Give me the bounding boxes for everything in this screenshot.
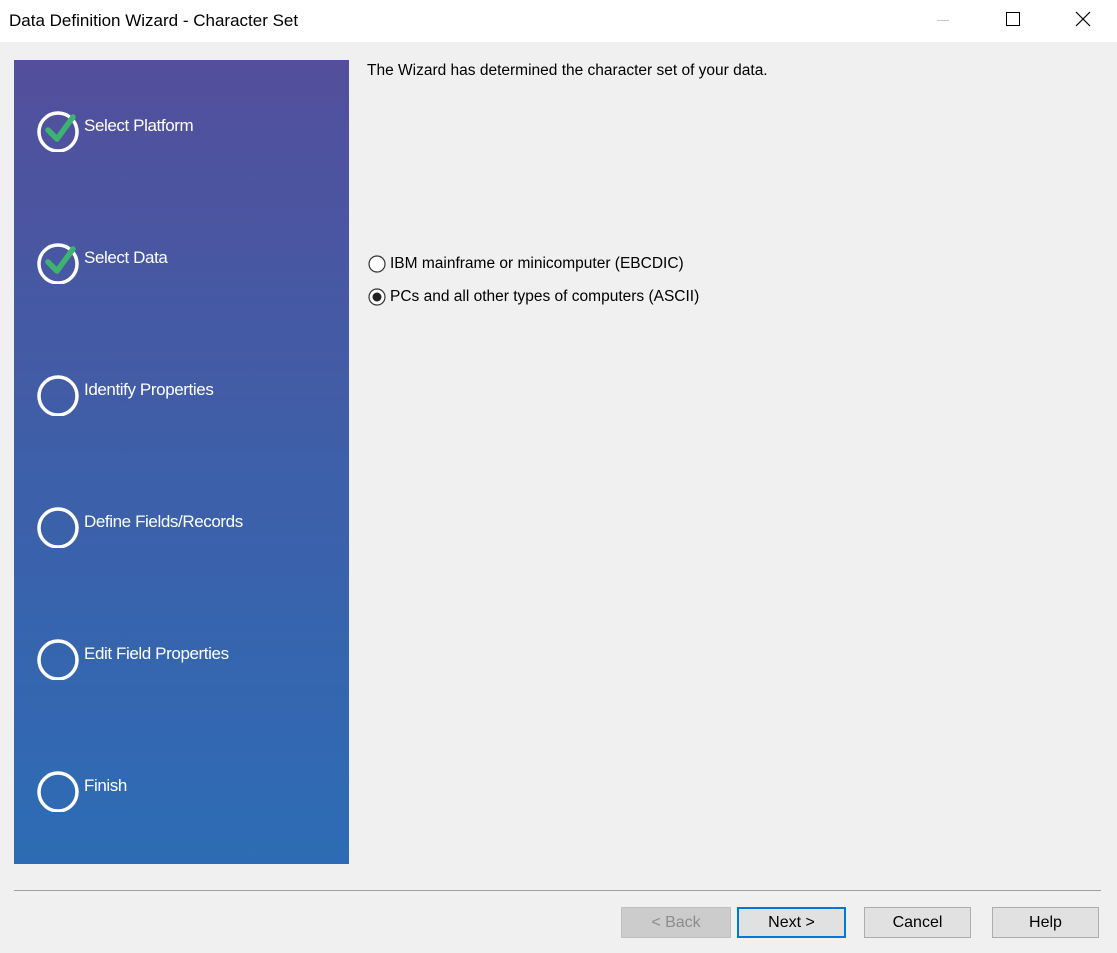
step-pending-circle-icon (37, 771, 79, 812)
maximize-button[interactable] (989, 0, 1035, 42)
radio-selected-icon[interactable] (368, 288, 386, 306)
step-pending-circle-icon (37, 375, 79, 416)
step-define-fields-records: Define Fields/Records (14, 502, 349, 548)
step-label: Define Fields/Records (84, 512, 243, 531)
step-select-data: Select Data (14, 238, 349, 284)
minimize-button[interactable] (920, 0, 966, 42)
title-bar: Data Definition Wizard - Character Set (0, 0, 1117, 42)
close-icon (1075, 11, 1091, 27)
step-finish: Finish (14, 766, 349, 812)
step-edit-field-properties: Edit Field Properties (14, 634, 349, 680)
step-label: Finish (84, 776, 127, 795)
radio-unselected-icon[interactable] (368, 255, 386, 273)
minimize-icon (937, 20, 949, 21)
help-button[interactable]: Help (992, 907, 1099, 938)
step-label: Select Platform (84, 116, 194, 135)
step-identify-properties: Identify Properties (14, 370, 349, 416)
next-button[interactable]: Next > (737, 907, 846, 938)
cancel-button[interactable]: Cancel (864, 907, 971, 938)
close-button[interactable] (1060, 0, 1106, 42)
step-select-platform: Select Platform (14, 106, 349, 152)
wizard-message: The Wizard has determined the character … (367, 62, 768, 79)
step-pending-circle-icon (37, 639, 79, 680)
option-label[interactable]: PCs and all other types of computers (AS… (390, 287, 699, 307)
wizard-steps-sidebar: Select Platform Select Data Identify Pro… (14, 60, 349, 864)
option-label[interactable]: IBM mainframe or minicomputer (EBCDIC) (390, 254, 684, 274)
step-pending-circle-icon (37, 507, 79, 548)
step-label: Identify Properties (84, 380, 214, 399)
step-label: Select Data (84, 248, 168, 267)
back-button[interactable]: < Back (621, 907, 731, 938)
step-completed-check-icon (37, 243, 79, 284)
window-title: Data Definition Wizard - Character Set (9, 11, 299, 30)
maximize-icon (1006, 12, 1020, 26)
step-completed-check-icon (37, 111, 79, 152)
footer-divider (14, 890, 1101, 891)
step-label: Edit Field Properties (84, 644, 229, 663)
